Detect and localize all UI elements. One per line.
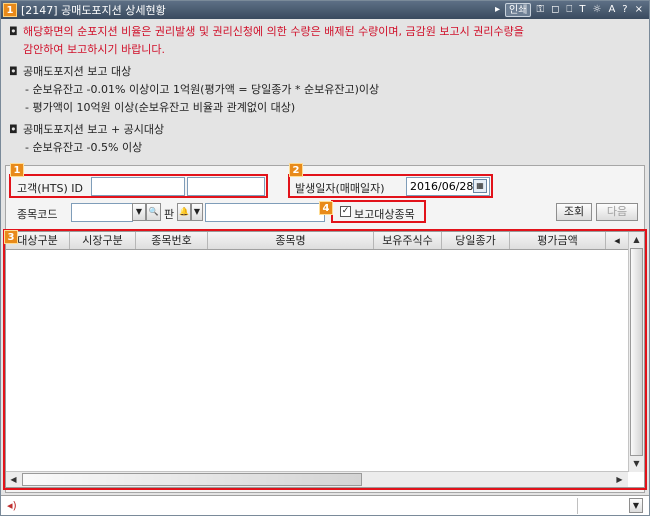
stock-name-input[interactable] bbox=[205, 203, 325, 222]
window-icon[interactable]: ◻ bbox=[549, 3, 561, 17]
section1-item2: - 평가액이 10억원 이상(순보유잔고 비율과 관계없이 대상) bbox=[25, 101, 296, 114]
pin-icon[interactable]: T bbox=[577, 3, 587, 17]
lock-icon[interactable]: ⚿ bbox=[534, 3, 546, 17]
section2-item: - 순보유잔고 -0.5% 이상 bbox=[9, 139, 643, 157]
query-button[interactable]: 조회 bbox=[556, 203, 592, 221]
customer-id-label: 고객(HTS) ID bbox=[17, 182, 84, 195]
section1-item: - 순보유잔고 -0.01% 이상이고 1억원(평가액 = 당일종가 * 순보유… bbox=[9, 81, 643, 99]
chevron-down-icon[interactable]: ▼ bbox=[132, 203, 146, 221]
column-header[interactable]: 종목번호 bbox=[136, 232, 208, 249]
column-header[interactable]: 평가금액 bbox=[510, 232, 606, 249]
tag-4: 4 bbox=[319, 201, 333, 215]
tag-2: 2 bbox=[289, 163, 303, 177]
notice-area: ◘ 해당화면의 순포지션 비율은 권리발생 및 권리신청에 의한 수량은 배제된… bbox=[9, 23, 643, 157]
arrow-icon[interactable]: ▸ bbox=[493, 3, 502, 17]
horizontal-scrollbar[interactable]: ◀ ▶ bbox=[6, 471, 628, 487]
bell-icon[interactable]: 🔔 bbox=[177, 203, 191, 221]
section2-heading: ◘ 공매도포지션 보고 + 공시대상 bbox=[9, 121, 643, 139]
chevron-down-icon[interactable]: ▼ bbox=[191, 203, 203, 221]
speaker-icon[interactable]: ◂) bbox=[7, 499, 17, 512]
bullet-icon: ◘ bbox=[9, 65, 18, 78]
warning-text-line2: 감안하여 보고하시기 바랍니다. bbox=[23, 43, 166, 56]
date-label: 발생일자(매매일자) bbox=[295, 182, 385, 195]
report-target-checkbox[interactable]: ✓ bbox=[340, 206, 351, 217]
main-window: 1 [2147] 공매도포지션 상세현황 ▸ 인쇄 ⚿ ◻ ⎕ T ☼ A ? … bbox=[0, 0, 650, 516]
warning-row: ◘ 해당화면의 순포지션 비율은 권리발생 및 권리신청에 의한 수량은 배제된… bbox=[9, 23, 643, 41]
scroll-left-icon[interactable]: ◀ bbox=[6, 472, 21, 487]
customer-id-input[interactable] bbox=[91, 177, 185, 196]
column-header[interactable]: 당일종가 bbox=[442, 232, 510, 249]
report-target-label: 보고대상종목 bbox=[354, 208, 415, 221]
vertical-scrollbar[interactable]: ▲ ▼ bbox=[628, 232, 644, 472]
title-bar: 1 [2147] 공매도포지션 상세현황 ▸ 인쇄 ⚿ ◻ ⎕ T ☼ A ? … bbox=[1, 1, 649, 19]
result-grid: 대상구분 시장구분 종목번호 종목명 보유주식수 당일종가 평가금액 ◂ ▲ ▼… bbox=[5, 231, 645, 488]
section1-item: - 평가액이 10억원 이상(순보유잔고 비율과 관계없이 대상) bbox=[9, 99, 643, 117]
customer-name-input[interactable] bbox=[187, 177, 265, 196]
column-header[interactable]: 보유주식수 bbox=[374, 232, 442, 249]
section1-heading: ◘ 공매도포지션 보고 대상 bbox=[9, 63, 643, 81]
title-tools: ▸ 인쇄 ⚿ ◻ ⎕ T ☼ A ? × bbox=[493, 3, 645, 17]
tag-1: 1 bbox=[10, 163, 24, 177]
stock-code-input[interactable] bbox=[71, 203, 133, 222]
bullet-icon: ◘ bbox=[9, 123, 18, 136]
help-icon[interactable]: ? bbox=[620, 3, 629, 17]
chevron-down-icon[interactable]: ▼ bbox=[629, 498, 643, 513]
window-number-badge: 1 bbox=[3, 3, 17, 17]
window-title: [2147] 공매도포지션 상세현황 bbox=[21, 4, 166, 17]
bullet-icon: ◘ bbox=[9, 25, 18, 38]
status-bar: ◂) ▼ bbox=[1, 495, 649, 515]
scroll-up-icon[interactable]: ▲ bbox=[629, 232, 644, 247]
close-icon[interactable]: × bbox=[633, 3, 645, 17]
warning-text-line1: 해당화면의 순포지션 비율은 권리발생 및 권리신청에 의한 수량은 배제된 수… bbox=[23, 25, 524, 38]
screen-icon[interactable]: ⎕ bbox=[564, 3, 574, 17]
section1-title: 공매도포지션 보고 대상 bbox=[23, 65, 132, 78]
scroll-down-icon[interactable]: ▼ bbox=[629, 456, 644, 471]
warning-row-2: 감안하여 보고하시기 바랍니다. bbox=[9, 41, 643, 59]
scroll-right-icon[interactable]: ▶ bbox=[612, 472, 627, 487]
section2-title: 공매도포지션 보고 + 공시대상 bbox=[23, 123, 165, 136]
grid-header: 대상구분 시장구분 종목번호 종목명 보유주식수 당일종가 평가금액 ◂ bbox=[6, 232, 628, 250]
stock-code-label: 종목코드 bbox=[17, 208, 58, 221]
font-icon[interactable]: A bbox=[606, 3, 617, 17]
tag-3: 3 bbox=[4, 230, 18, 244]
column-header[interactable]: 시장구분 bbox=[70, 232, 136, 249]
search-icon[interactable]: 🔍 bbox=[146, 203, 161, 221]
print-button[interactable]: 인쇄 bbox=[505, 3, 532, 17]
column-header-overflow: ◂ bbox=[614, 234, 620, 247]
calendar-icon[interactable]: ▦ bbox=[473, 179, 487, 193]
vertical-scroll-thumb[interactable] bbox=[630, 248, 643, 456]
status-divider bbox=[577, 498, 578, 514]
column-header[interactable]: 종목명 bbox=[208, 232, 374, 249]
section2-item1: - 순보유잔고 -0.5% 이상 bbox=[25, 141, 143, 154]
settings-icon[interactable]: ☼ bbox=[590, 3, 603, 17]
next-button[interactable]: 다음 bbox=[596, 203, 638, 221]
horizontal-scroll-thumb[interactable] bbox=[22, 473, 362, 486]
section1-item1: - 순보유잔고 -0.01% 이상이고 1억원(평가액 = 당일종가 * 순보유… bbox=[25, 83, 380, 96]
board-label: 판 bbox=[164, 208, 175, 221]
